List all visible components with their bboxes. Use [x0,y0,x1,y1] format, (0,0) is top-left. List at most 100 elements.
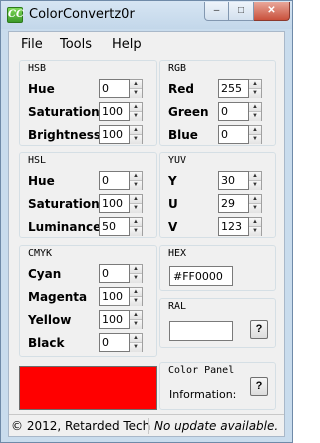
yuv-u-input[interactable] [218,194,249,213]
menu-help[interactable]: Help [112,37,142,52]
spin-up-icon[interactable]: ▲ [249,172,261,181]
cmyk-cyan-label: Cyan [28,267,62,281]
color-panel-help-button[interactable]: ? [250,377,268,396]
spin-down-icon[interactable]: ▼ [249,204,261,213]
spin-up-icon[interactable]: ▲ [249,126,261,135]
spin-down-icon[interactable]: ▼ [249,181,261,190]
cmyk-group: CMYK Cyan ▲▼ Magenta ▲▼ Yellow ▲▼ Black … [19,245,157,357]
cmyk-magenta-label: Magenta [28,290,88,304]
spin-up-icon[interactable]: ▲ [130,172,142,181]
spin-up-icon[interactable]: ▲ [130,218,142,227]
status-bar: © 2012, Retarded Tech No update availabl… [9,414,284,436]
spin-up-icon[interactable]: ▲ [249,80,261,89]
hsb-group-title: HSB [28,63,47,74]
hsb-group: HSB Hue ▲▼ Saturation ▲▼ Brightness ▲▼ [19,60,157,146]
rgb-blue-input[interactable] [218,125,249,144]
update-status-text: No update available. [154,419,279,433]
spin-down-icon[interactable]: ▼ [130,112,142,121]
spin-up-icon[interactable]: ▲ [130,334,142,343]
hsb-saturation-spinner[interactable]: ▲▼ [99,102,143,121]
cmyk-yellow-spinner[interactable]: ▲▼ [99,310,143,329]
hsb-brightness-spinner[interactable]: ▲▼ [99,125,143,144]
cmyk-yellow-input[interactable] [99,310,130,329]
ral-group: RAL ? [159,298,276,348]
rgb-blue-spinner[interactable]: ▲▼ [218,125,262,144]
hsb-hue-input[interactable] [99,79,130,98]
spin-up-icon[interactable]: ▲ [130,311,142,320]
spin-down-icon[interactable]: ▼ [130,181,142,190]
yuv-y-label: Y [168,174,177,188]
yuv-y-input[interactable] [218,171,249,190]
spin-down-icon[interactable]: ▼ [249,89,261,98]
yuv-u-label: U [168,197,178,211]
rgb-red-spinner[interactable]: ▲▼ [218,79,262,98]
spin-up-icon[interactable]: ▲ [249,218,261,227]
spin-up-icon[interactable]: ▲ [130,103,142,112]
rgb-group-title: RGB [168,63,187,74]
spin-down-icon[interactable]: ▼ [130,227,142,236]
hsl-group-title: HSL [28,155,47,166]
copyright-text: © 2012, Retarded Tech [11,419,151,433]
spin-down-icon[interactable]: ▼ [130,320,142,329]
hsb-saturation-input[interactable] [99,102,130,121]
title-bar[interactable]: CC ColorConvertz0r – □ ✕ [1,1,292,29]
spin-down-icon[interactable]: ▼ [130,297,142,306]
rgb-red-label: Red [168,82,194,96]
rgb-green-spinner[interactable]: ▲▼ [218,102,262,121]
cmyk-cyan-spinner[interactable]: ▲▼ [99,264,143,283]
ral-input[interactable] [169,321,233,341]
spin-down-icon[interactable]: ▼ [130,89,142,98]
hex-input[interactable] [169,266,233,286]
spin-down-icon[interactable]: ▼ [130,135,142,144]
ral-help-button[interactable]: ? [250,320,268,339]
hsl-luminance-spinner[interactable]: ▲▼ [99,217,143,236]
hsl-group: HSL Hue ▲▼ Saturation ▲▼ Luminance ▲▼ [19,152,157,238]
hsl-hue-spinner[interactable]: ▲▼ [99,171,143,190]
cmyk-magenta-input[interactable] [99,287,130,306]
cmyk-black-input[interactable] [99,333,130,352]
spin-up-icon[interactable]: ▲ [130,288,142,297]
rgb-green-input[interactable] [218,102,249,121]
spin-up-icon[interactable]: ▲ [130,126,142,135]
menu-file[interactable]: File [21,37,43,52]
menu-tools[interactable]: Tools [60,37,92,52]
yuv-v-spinner[interactable]: ▲▼ [218,217,262,236]
minimize-button[interactable]: – [204,2,229,21]
hsl-luminance-label: Luminance [28,220,102,234]
spin-down-icon[interactable]: ▼ [130,274,142,283]
close-button[interactable]: ✕ [254,2,290,21]
spin-up-icon[interactable]: ▲ [249,103,261,112]
spin-down-icon[interactable]: ▼ [249,227,261,236]
yuv-y-spinner[interactable]: ▲▼ [218,171,262,190]
spin-down-icon[interactable]: ▼ [130,204,142,213]
cc-app-icon[interactable]: CC [7,7,24,23]
hsl-luminance-input[interactable] [99,217,130,236]
hsb-brightness-input[interactable] [99,125,130,144]
spin-down-icon[interactable]: ▼ [249,135,261,144]
menu-bar: File Tools Help [9,32,284,56]
spin-up-icon[interactable]: ▲ [130,195,142,204]
spin-down-icon[interactable]: ▼ [249,112,261,121]
spin-up-icon[interactable]: ▲ [249,195,261,204]
yuv-u-spinner[interactable]: ▲▼ [218,194,262,213]
information-label: Information: [169,388,237,401]
color-panel-group: Color Panel Information: ? [159,362,276,410]
client-area: File Tools Help HSB Hue ▲▼ Saturation ▲▼… [8,31,285,437]
hsb-hue-spinner[interactable]: ▲▼ [99,79,143,98]
rgb-group: RGB Red ▲▼ Green ▲▼ Blue ▲▼ [159,60,276,146]
cmyk-magenta-spinner[interactable]: ▲▼ [99,287,143,306]
status-separator [148,418,149,434]
hsb-hue-label: Hue [28,82,55,96]
spin-up-icon[interactable]: ▲ [130,265,142,274]
hsl-saturation-input[interactable] [99,194,130,213]
cmyk-cyan-input[interactable] [99,264,130,283]
rgb-red-input[interactable] [218,79,249,98]
cmyk-black-spinner[interactable]: ▲▼ [99,333,143,352]
spin-up-icon[interactable]: ▲ [130,80,142,89]
yuv-v-input[interactable] [218,217,249,236]
spin-down-icon[interactable]: ▼ [130,343,142,352]
hsl-saturation-spinner[interactable]: ▲▼ [99,194,143,213]
color-swatch [19,366,157,410]
maximize-button[interactable]: □ [229,2,254,21]
hsl-hue-input[interactable] [99,171,130,190]
